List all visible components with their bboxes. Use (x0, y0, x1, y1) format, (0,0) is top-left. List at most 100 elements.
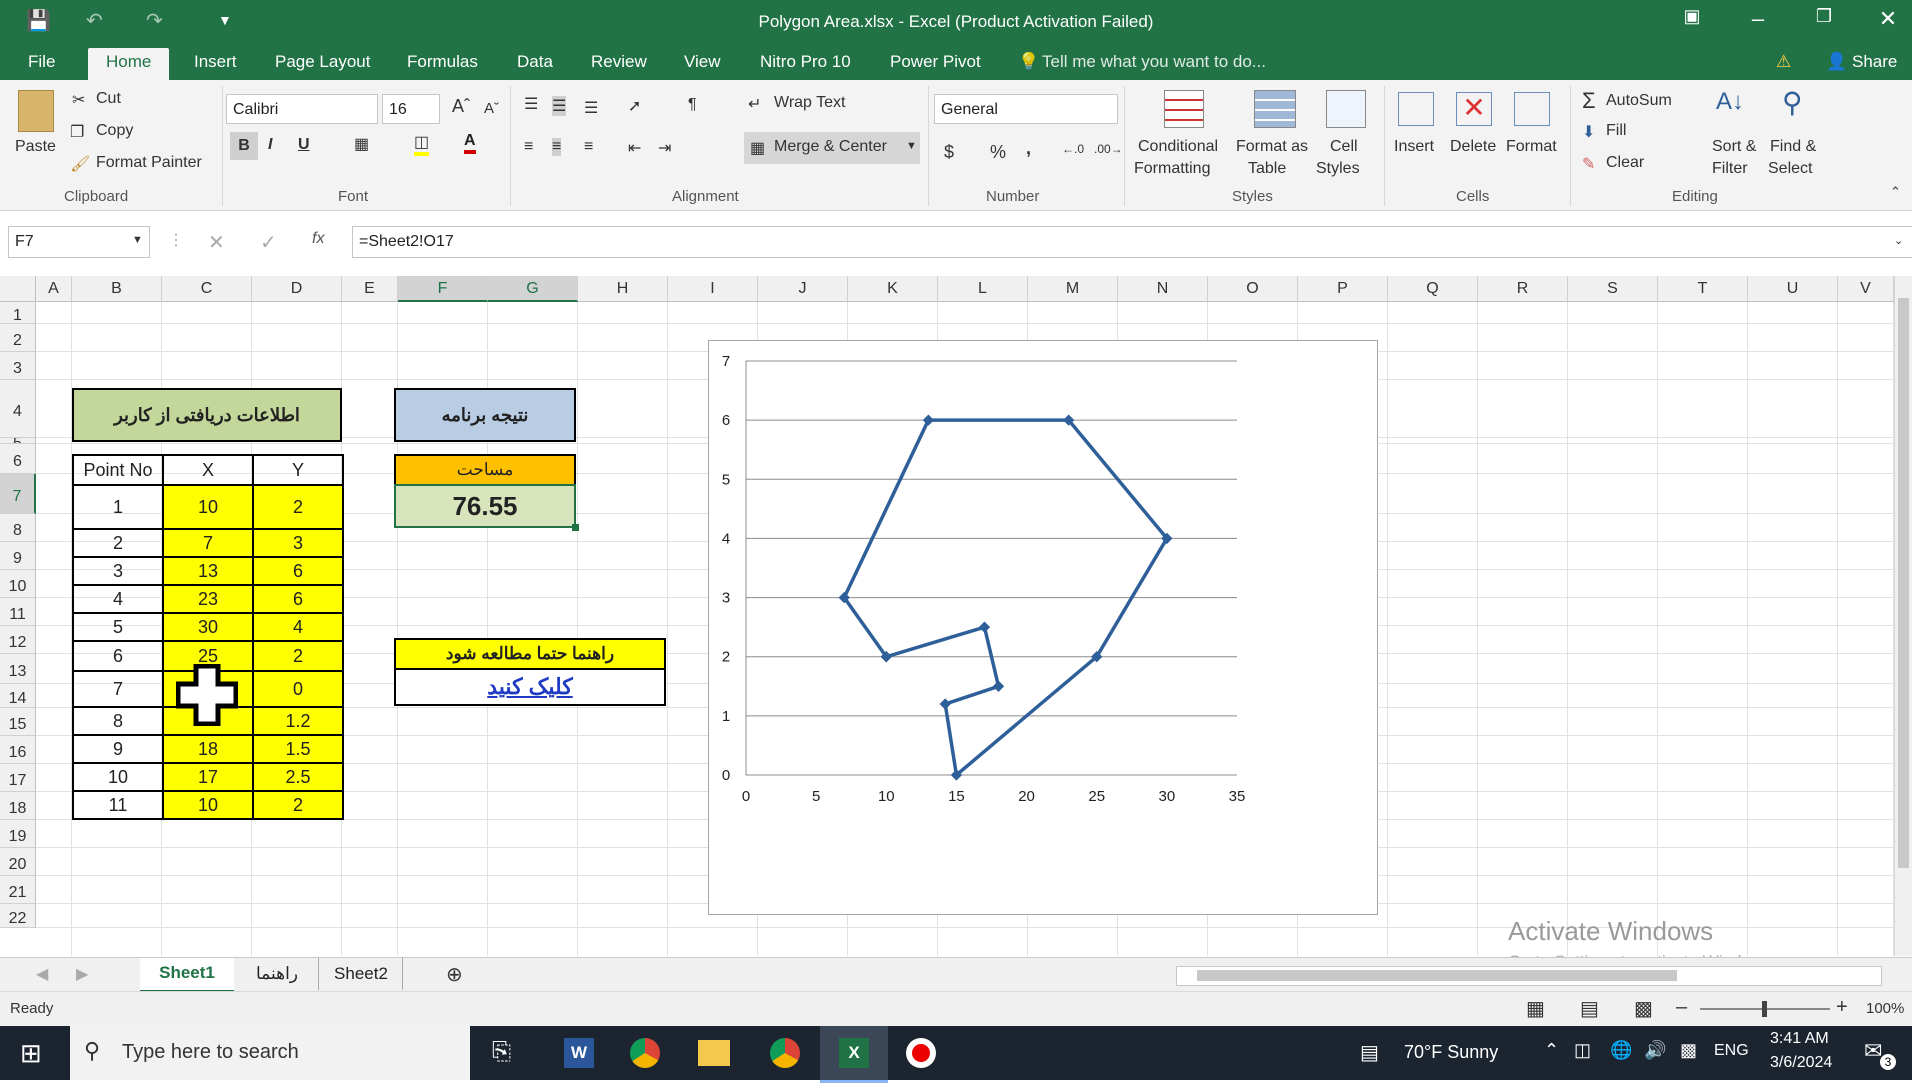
chrome-profile-icon[interactable] (770, 1038, 800, 1068)
x-cell[interactable]: 7 (162, 528, 254, 558)
fill-handle[interactable] (572, 524, 579, 531)
point-no-cell[interactable]: 9 (72, 734, 164, 764)
restore-icon[interactable]: ❐ (1804, 6, 1844, 27)
chart-area[interactable]: 0 1 2 3 4 5 6 7 0 5 10 15 20 25 30 35 (708, 340, 1378, 915)
underline-button[interactable]: U (298, 136, 310, 154)
excel-taskbar-button[interactable]: X (820, 1026, 888, 1083)
y-cell[interactable]: 1.2 (252, 706, 344, 736)
sheet-tab-help[interactable]: راهنما (236, 958, 319, 990)
column-header[interactable]: I (668, 276, 758, 302)
formula-input[interactable]: =Sheet2!O17 (352, 226, 1912, 258)
y-cell[interactable]: 2 (252, 484, 344, 530)
row-header[interactable]: 15 (0, 708, 36, 736)
align-center-icon[interactable]: ≡ (552, 138, 562, 156)
row-header[interactable]: 9 (0, 542, 36, 570)
row-header[interactable]: 14 (0, 684, 36, 708)
add-sheet-icon[interactable]: ⊕ (446, 962, 463, 987)
row-header[interactable]: 17 (0, 764, 36, 792)
cut-button[interactable]: Cut (96, 90, 121, 108)
row-header[interactable]: 1 (0, 302, 36, 324)
conditional-formatting-icon[interactable] (1164, 90, 1204, 128)
cell-styles-icon[interactable] (1326, 90, 1366, 128)
increase-indent-icon[interactable]: ⇥ (658, 138, 671, 158)
fill-color-icon[interactable]: ◫ (414, 132, 430, 156)
currency-button[interactable]: $ (944, 142, 954, 163)
column-header[interactable]: R (1478, 276, 1568, 302)
cell-styles-button[interactable]: Cell (1330, 138, 1358, 156)
merge-center-button[interactable]: Merge & Center (774, 138, 887, 156)
ribbon-display-icon[interactable]: ▣ (1672, 6, 1712, 27)
column-header[interactable]: U (1748, 276, 1838, 302)
enter-icon[interactable]: ✓ (260, 230, 277, 255)
row-header[interactable]: 11 (0, 598, 36, 626)
column-header[interactable]: T (1658, 276, 1748, 302)
borders-icon[interactable]: ▦ (354, 134, 369, 154)
align-middle-icon[interactable]: ☰ (552, 96, 567, 116)
column-header[interactable]: J (758, 276, 848, 302)
insert-function-button[interactable]: fx (312, 230, 324, 248)
recorder-icon[interactable] (906, 1038, 936, 1068)
point-no-cell[interactable]: 10 (72, 762, 164, 792)
autosum-button[interactable]: AutoSum (1606, 92, 1672, 110)
zoom-slider-thumb[interactable] (1762, 1001, 1767, 1017)
collapse-ribbon-icon[interactable]: ⌃ (1890, 184, 1901, 200)
x-cell[interactable]: 10 (162, 484, 254, 530)
align-top-icon[interactable]: ☰ (524, 94, 538, 114)
tab-home[interactable]: Home (88, 48, 170, 80)
column-header[interactable]: E (342, 276, 398, 302)
cancel-icon[interactable]: ✕ (208, 230, 225, 255)
display-icon[interactable]: ▩ (1680, 1040, 1697, 1061)
next-sheet-icon[interactable]: ▶ (76, 964, 88, 984)
row-header[interactable]: 3 (0, 352, 36, 380)
decrease-indent-icon[interactable]: ⇤ (628, 138, 641, 158)
insert-cells-button[interactable]: Insert (1394, 138, 1434, 156)
x-cell[interactable]: 13 (162, 556, 254, 586)
point-no-cell[interactable]: 4 (72, 584, 164, 614)
minimize-icon[interactable]: – (1738, 6, 1778, 32)
clear-button[interactable]: Clear (1606, 154, 1644, 172)
windows-start-icon[interactable]: ⊞ (20, 1038, 42, 1069)
format-painter-button[interactable]: Format Painter (96, 154, 202, 172)
format-cells-button[interactable]: Format (1506, 138, 1557, 156)
row-header[interactable]: 21 (0, 876, 36, 904)
point-no-cell[interactable]: 2 (72, 528, 164, 558)
zoom-slider[interactable] (1700, 1001, 1830, 1017)
column-header[interactable]: G (488, 276, 578, 302)
vertical-scrollbar[interactable] (1894, 276, 1912, 956)
tab-file[interactable]: File (28, 52, 55, 72)
point-no-cell[interactable]: 5 (72, 612, 164, 642)
warning-icon[interactable]: ⚠ (1776, 52, 1791, 72)
taskbar-search-box[interactable]: ⚲ Type here to search (70, 1026, 470, 1080)
row-header[interactable]: 4 (0, 380, 36, 438)
language-indicator[interactable]: ENG (1714, 1042, 1749, 1060)
weather-text[interactable]: 70°F Sunny (1404, 1042, 1498, 1063)
merge-dropdown-icon[interactable]: ▼ (906, 140, 917, 152)
row-header[interactable]: 7 (0, 474, 36, 514)
y-cell[interactable]: 2.5 (252, 762, 344, 792)
expand-formula-icon[interactable]: ⌄ (1894, 234, 1903, 247)
y-cell[interactable]: 1.5 (252, 734, 344, 764)
copy-button[interactable]: Copy (96, 122, 133, 140)
column-header[interactable]: A (36, 276, 72, 302)
italic-button[interactable]: I (268, 136, 272, 154)
column-header[interactable]: B (72, 276, 162, 302)
format-as-table-icon[interactable] (1254, 90, 1296, 128)
decrease-decimal-icon[interactable]: .00→ (1094, 142, 1123, 156)
bold-button[interactable]: B (230, 132, 258, 160)
y-cell[interactable]: 0 (252, 670, 344, 708)
row-header[interactable]: 8 (0, 514, 36, 542)
close-icon[interactable]: ✕ (1868, 6, 1908, 32)
number-format-select[interactable]: General (934, 94, 1118, 124)
conditional-formatting-button[interactable]: Conditional (1138, 138, 1218, 156)
x-cell[interactable]: 17 (162, 762, 254, 792)
row-header[interactable]: 6 (0, 444, 36, 474)
y-cell[interactable]: 6 (252, 556, 344, 586)
help-link[interactable]: کلیک کنید (394, 668, 666, 706)
page-layout-view-icon[interactable]: ▤ (1580, 996, 1599, 1021)
zoom-level[interactable]: 100% (1866, 1000, 1904, 1017)
y-cell[interactable]: 4 (252, 612, 344, 642)
tab-power-pivot[interactable]: Power Pivot (890, 52, 981, 72)
x-cell[interactable]: 18 (162, 734, 254, 764)
table-header[interactable]: X (162, 454, 254, 486)
share-button[interactable]: Share (1852, 52, 1897, 72)
